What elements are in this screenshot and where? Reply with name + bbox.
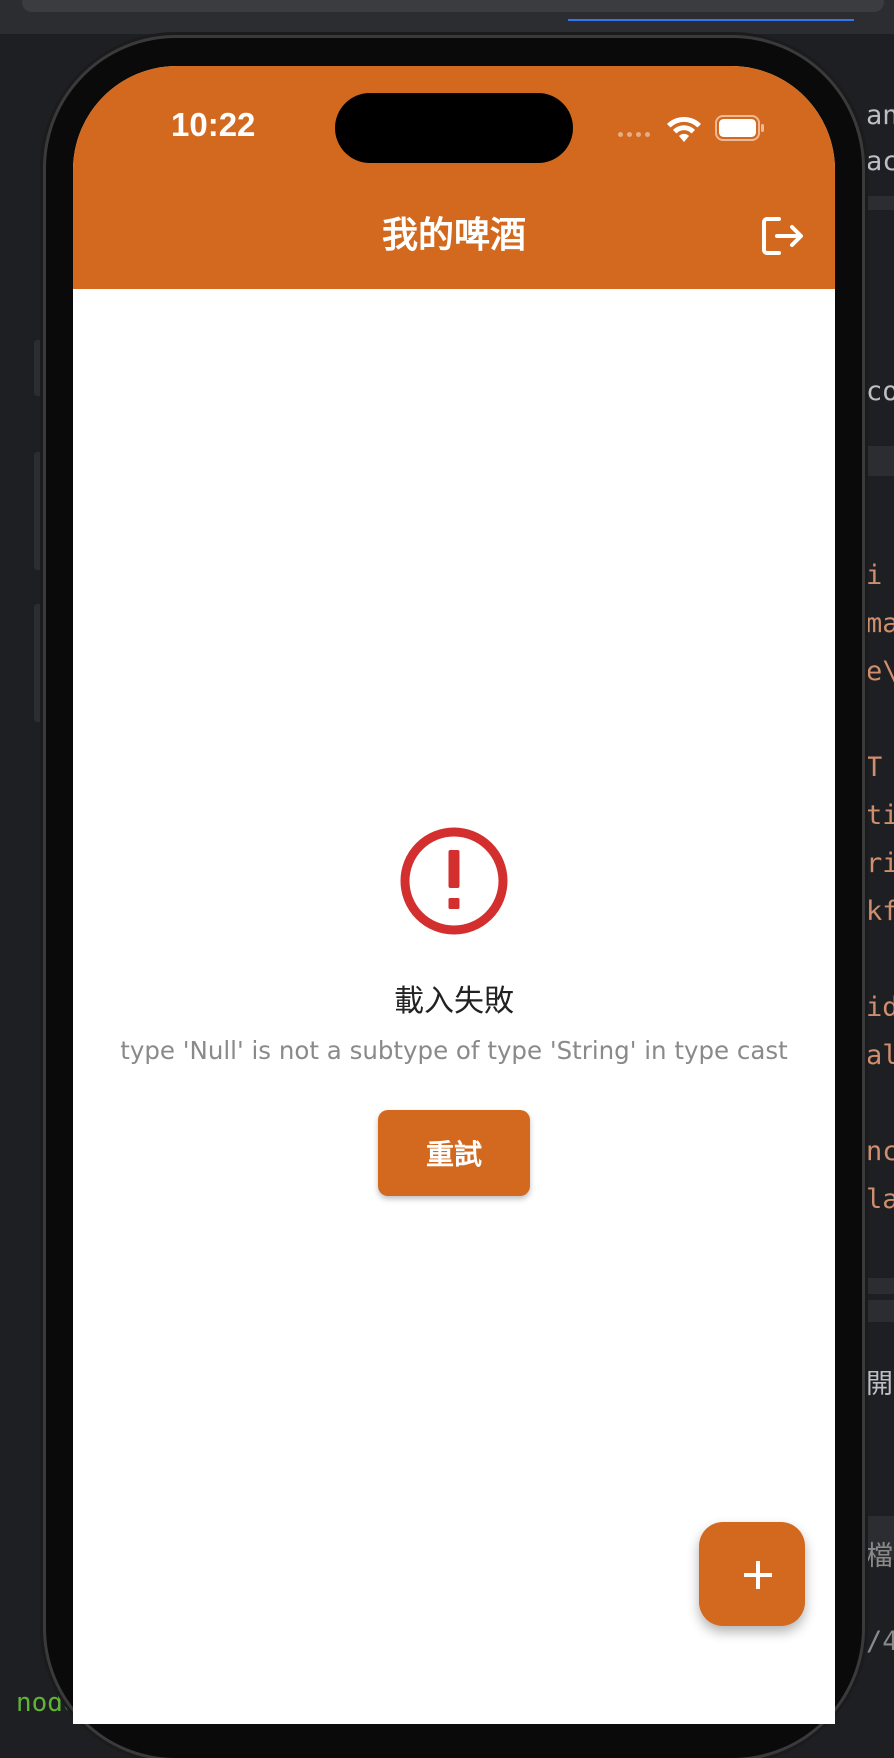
add-beer-button[interactable] <box>699 1522 805 1626</box>
ide-code-fragment: al <box>866 1040 894 1071</box>
ide-side-button <box>34 452 44 570</box>
ide-active-tab-indicator <box>568 19 854 21</box>
page-title: 我的啤酒 <box>381 215 526 256</box>
cellular-signal-icon <box>618 132 650 137</box>
ide-code-fragment: 檔 <box>866 1541 893 1572</box>
ide-panel-strip <box>866 1278 894 1294</box>
plus-icon <box>744 1561 772 1589</box>
wifi-icon <box>667 116 701 146</box>
error-circle-icon <box>399 826 509 940</box>
ide-code-fragment: kf <box>866 896 894 927</box>
ide-side-button <box>34 604 44 722</box>
ide-panel-strip <box>866 196 894 210</box>
error-message: type 'Null' is not a subtype of type 'St… <box>120 1036 788 1065</box>
ide-code-fragment: nc <box>866 1136 894 1167</box>
ide-code-fragment: 開 <box>866 1369 893 1400</box>
ide-code-fragment: co <box>866 376 894 407</box>
logout-icon <box>762 217 803 255</box>
battery-icon <box>715 115 765 145</box>
logout-button[interactable] <box>761 215 805 257</box>
ide-code-fragment: /4) <box>866 1626 894 1657</box>
ide-tab-strip <box>22 0 884 12</box>
ide-code-fragment: ti <box>866 800 894 831</box>
ide-code-fragment: id <box>866 992 894 1023</box>
phone-screen: 10:22 我的啤酒 載入失敗 type 'Null' is not a sub… <box>73 66 835 1724</box>
ide-code-fragment: i <box>866 560 883 591</box>
ide-code-fragment: T <box>866 752 883 783</box>
ide-panel-strip <box>866 446 894 476</box>
ide-side-button <box>34 340 44 396</box>
ide-code-fragment: la <box>866 1184 894 1215</box>
ide-code-fragment: ri <box>866 848 894 879</box>
ide-title-bar <box>0 0 894 34</box>
dynamic-island <box>335 93 573 163</box>
retry-button[interactable]: 重試 <box>378 1110 530 1196</box>
ide-code-fragment: ma <box>866 608 894 639</box>
app-bar: 10:22 我的啤酒 <box>73 66 835 289</box>
ide-code-fragment: anc <box>866 100 894 131</box>
ide-panel-strip <box>866 1300 894 1322</box>
status-bar-time: 10:22 <box>171 106 256 143</box>
ide-code-fragment: ac <box>866 146 894 177</box>
ide-code-fragment: e\ <box>866 656 894 687</box>
error-title: 載入失敗 <box>394 984 514 1019</box>
